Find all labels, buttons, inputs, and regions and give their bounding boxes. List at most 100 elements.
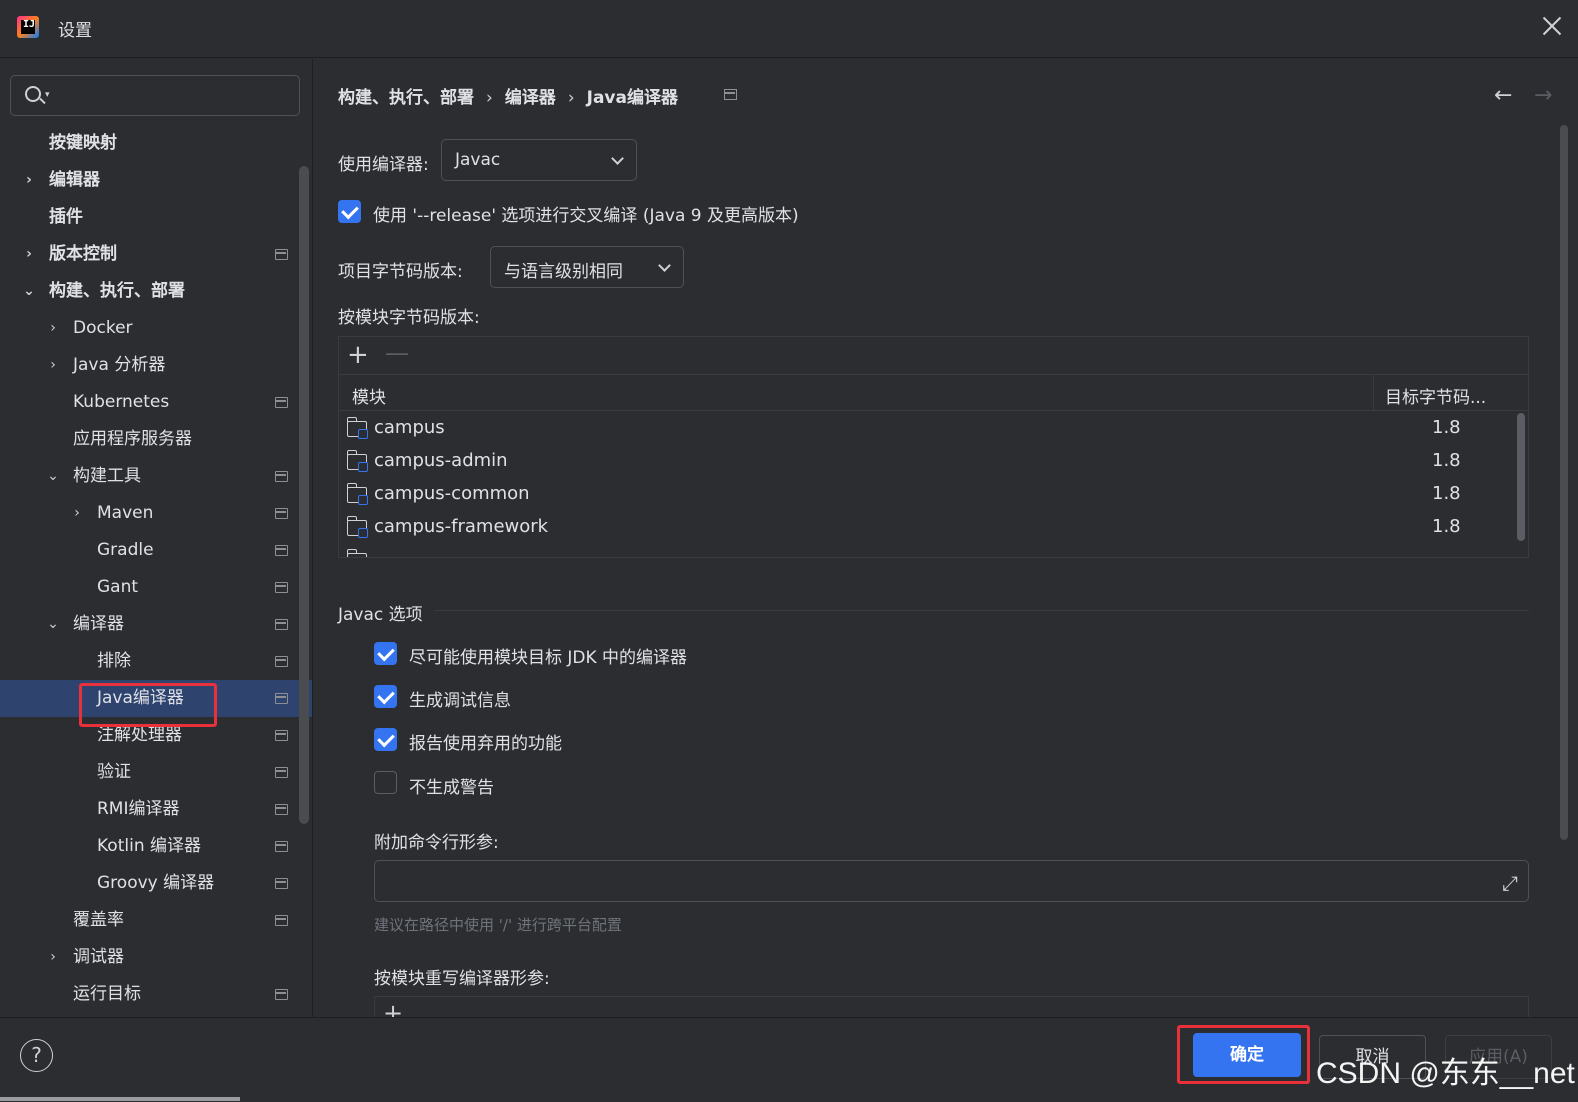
sidebar-item-debugger[interactable]: › 调试器	[0, 939, 312, 976]
sidebar-item-validation[interactable]: 验证	[0, 754, 312, 791]
table-row[interactable]: campus-framework 1.8	[339, 512, 1517, 545]
chevron-right-icon[interactable]: ›	[46, 310, 60, 347]
project-level-icon	[275, 767, 288, 778]
sidebar-item-build-tools[interactable]: ⌄ 构建工具	[0, 458, 312, 495]
sidebar-item-application-servers[interactable]: 应用程序服务器	[0, 421, 312, 458]
breadcrumb-item[interactable]: 编译器	[505, 83, 556, 108]
javac-section-title: Javac 选项	[338, 605, 423, 625]
chevron-down-icon[interactable]: ⌄	[46, 458, 60, 495]
project-level-icon	[275, 545, 288, 556]
add-icon[interactable]: +	[347, 341, 369, 369]
add-icon[interactable]: +	[383, 999, 403, 1017]
sidebar-item-excludes[interactable]: 排除	[0, 643, 312, 680]
chevron-down-icon[interactable]: ⌄	[22, 273, 36, 310]
module-folder-icon	[346, 450, 368, 472]
sidebar-item-rmi-compiler[interactable]: RMI编译器	[0, 791, 312, 828]
help-icon[interactable]: ?	[20, 1039, 53, 1072]
sidebar-item-label: Gant	[97, 577, 139, 597]
use-module-jdk-label: 尽可能使用模块目标 JDK 中的编译器	[409, 648, 688, 668]
chevron-right-icon[interactable]: ›	[46, 939, 60, 976]
chevron-right-icon: ›	[567, 88, 575, 108]
table-row-partial[interactable]	[339, 545, 1517, 557]
override-params-label: 按模块重写编译器形参:	[374, 969, 550, 989]
bottom-strip	[0, 1097, 240, 1101]
extra-args-field[interactable]: ⤢	[374, 860, 1529, 902]
sidebar-item-docker[interactable]: › Docker	[0, 310, 312, 347]
intellij-logo-icon: IJ	[17, 16, 39, 38]
sidebar-item-compiler[interactable]: ⌄ 编译器	[0, 606, 312, 643]
sidebar-item-plugins[interactable]: 插件	[0, 199, 312, 236]
column-divider[interactable]	[1373, 375, 1374, 411]
sidebar-item-label: Maven	[97, 503, 154, 523]
project-level-icon	[275, 582, 288, 593]
project-level-icon	[275, 397, 288, 408]
sidebar-item-label: Java 分析器	[73, 355, 166, 375]
use-compiler-label: 使用编译器:	[338, 155, 429, 175]
sidebar-item-build-execution-deployment[interactable]: ⌄ 构建、执行、部署	[0, 273, 312, 310]
bytecode-version-select[interactable]: 与语言级别相同	[490, 246, 684, 288]
settings-sidebar: ▾ 按键映射 › 编辑器 插件 › 版本控制 ⌄ 构建、执行、部署 › Dock…	[0, 59, 313, 1017]
module-folder-icon	[346, 549, 367, 557]
release-option-label: 使用 '--release' 选项进行交叉编译 (Java 9 及更高版本)	[373, 206, 799, 226]
sidebar-item-label: 编译器	[73, 614, 124, 634]
compiler-select[interactable]: Javac	[441, 139, 637, 181]
sidebar-item-maven[interactable]: › Maven	[0, 495, 312, 532]
table-row[interactable]: campus-admin 1.8	[339, 446, 1517, 479]
use-module-jdk-checkbox[interactable]	[374, 642, 397, 665]
sidebar-item-kotlin-compiler[interactable]: Kotlin 编译器	[0, 828, 312, 865]
column-header-target-bytecode[interactable]: 目标字节码...	[1385, 383, 1486, 408]
ok-button[interactable]: 确定	[1193, 1033, 1301, 1077]
sidebar-item-annotation-processors[interactable]: 注解处理器	[0, 717, 312, 754]
sidebar-item-kubernetes[interactable]: Kubernetes	[0, 384, 312, 421]
table-row[interactable]: campus-common 1.8	[339, 479, 1517, 512]
sidebar-item-gant[interactable]: Gant	[0, 569, 312, 606]
close-icon[interactable]	[1540, 14, 1564, 38]
chevron-right-icon[interactable]: ›	[22, 162, 36, 199]
sidebar-item-gradle[interactable]: Gradle	[0, 532, 312, 569]
window-title: 设置	[58, 21, 92, 41]
sidebar-item-run-targets[interactable]: 运行目标	[0, 976, 312, 1013]
sidebar-item-label: RMI编译器	[97, 799, 180, 819]
table-scrollbar[interactable]	[1517, 413, 1525, 541]
content-scrollbar[interactable]	[1560, 125, 1568, 840]
release-option-checkbox[interactable]	[338, 200, 361, 223]
sidebar-item-java-compiler[interactable]: Java编译器	[0, 680, 312, 717]
sidebar-item-editor[interactable]: › 编辑器	[0, 162, 312, 199]
sidebar-item-label: 按键映射	[49, 133, 117, 153]
table-toolbar: + —	[339, 337, 1528, 375]
search-input[interactable]	[59, 84, 289, 108]
chevron-right-icon[interactable]: ›	[46, 347, 60, 384]
project-level-icon	[275, 915, 288, 926]
chevron-right-icon[interactable]: ›	[22, 236, 36, 273]
chevron-right-icon[interactable]: ›	[70, 495, 84, 532]
sidebar-item-java-profiler[interactable]: › Java 分析器	[0, 347, 312, 384]
table-row[interactable]: campus 1.8	[339, 413, 1517, 446]
breadcrumb-item[interactable]: 构建、执行、部署	[338, 83, 474, 108]
module-folder-icon	[346, 516, 368, 538]
project-level-icon	[275, 656, 288, 667]
chevron-right-icon: ›	[486, 88, 493, 108]
arrow-right-icon: →	[1534, 83, 1553, 108]
breadcrumb: 构建、执行、部署 › 编译器 › Java编译器	[338, 83, 678, 108]
column-header-module[interactable]: 模块	[352, 383, 386, 408]
search-box[interactable]: ▾	[10, 75, 300, 116]
sidebar-item-coverage[interactable]: 覆盖率	[0, 902, 312, 939]
sidebar-scrollbar[interactable]	[299, 166, 309, 824]
module-name: campus-framework	[374, 516, 549, 537]
arrow-left-icon[interactable]: ←	[1494, 83, 1512, 108]
generate-debug-info-checkbox[interactable]	[374, 685, 397, 708]
sidebar-item-label: 排除	[97, 651, 131, 671]
module-name: campus	[374, 417, 445, 438]
sidebar-item-label: Kotlin 编译器	[97, 836, 201, 856]
sidebar-item-keymap[interactable]: 按键映射	[0, 125, 312, 162]
settings-content: 构建、执行、部署 › 编译器 › Java编译器 ← → 使用编译器: Javac 使用…	[314, 59, 1578, 1017]
sidebar-item-label: 覆盖率	[73, 910, 124, 930]
sidebar-item-version-control[interactable]: › 版本控制	[0, 236, 312, 273]
sidebar-item-groovy-compiler[interactable]: Groovy 编译器	[0, 865, 312, 902]
report-deprecated-checkbox[interactable]	[374, 728, 397, 751]
expand-icon[interactable]: ⤢	[1502, 871, 1518, 895]
sidebar-item-label: Java编译器	[97, 688, 184, 708]
no-warnings-checkbox[interactable]	[374, 771, 397, 794]
extra-args-input[interactable]	[385, 869, 1485, 893]
chevron-down-icon[interactable]: ⌄	[46, 606, 60, 643]
